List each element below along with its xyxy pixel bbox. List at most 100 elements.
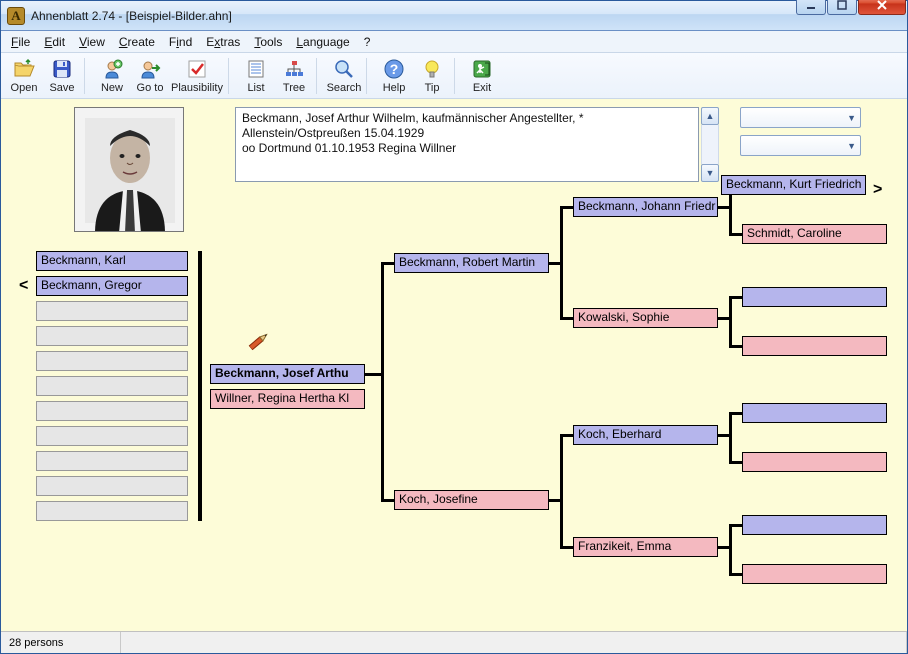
connector (729, 233, 742, 236)
connector (381, 499, 394, 502)
toolbar-separator (316, 58, 322, 94)
menu-find[interactable]: Find (163, 33, 198, 51)
exit-icon (471, 58, 493, 80)
connector (729, 461, 742, 464)
maximize-button[interactable] (827, 0, 857, 15)
goto-button[interactable]: Go to (131, 55, 169, 97)
tree-empty-female[interactable] (742, 564, 887, 584)
connector (560, 317, 573, 320)
scroll-track[interactable] (701, 125, 719, 164)
nav-left-arrow[interactable]: < (19, 277, 28, 295)
sidelist-empty[interactable] (36, 376, 188, 396)
bulb-icon (421, 58, 443, 80)
menu-file[interactable]: File (5, 33, 36, 51)
details-scrollbar: ▲ ▼ (701, 107, 719, 182)
new-person-icon (101, 58, 123, 80)
sidelist-empty[interactable] (36, 301, 188, 321)
close-button[interactable] (858, 0, 906, 15)
connector (729, 412, 742, 415)
tree-grandmother-paternal[interactable]: Kowalski, Sophie (573, 308, 718, 328)
person-details[interactable]: Beckmann, Josef Arthur Wilhelm, kaufmänn… (235, 107, 699, 182)
exit-button[interactable]: Exit (463, 55, 501, 97)
chevron-down-icon: ▼ (847, 113, 856, 123)
app-window: A Ahnenblatt 2.74 - [Beispiel-Bilder.ahn… (0, 0, 908, 654)
filter-combo-2[interactable]: ▼ (740, 135, 861, 156)
toolbar: Open Save New Go to Plausibility (1, 53, 907, 99)
tree-grandmother-maternal[interactable]: Franzikeit, Emma (573, 537, 718, 557)
list-button[interactable]: List (237, 55, 275, 97)
goto-person-icon (139, 58, 161, 80)
scroll-down-button[interactable]: ▼ (701, 164, 719, 182)
menu-tools[interactable]: Tools (248, 33, 288, 51)
connector (381, 262, 394, 265)
tree-mother[interactable]: Koch, Josefine (394, 490, 549, 510)
menu-view[interactable]: View (73, 33, 111, 51)
connector (729, 524, 732, 576)
tree-grandfather-maternal[interactable]: Koch, Eberhard (573, 425, 718, 445)
save-button[interactable]: Save (43, 55, 81, 97)
list-icon (245, 58, 267, 80)
scroll-up-button[interactable]: ▲ (701, 107, 719, 125)
connector (560, 434, 563, 549)
sidelist-empty[interactable] (36, 326, 188, 346)
sidelist-item[interactable]: Beckmann, Karl (36, 251, 188, 271)
connector (729, 524, 742, 527)
menu-language[interactable]: Language (290, 33, 355, 51)
plausibility-button[interactable]: Plausibility (169, 55, 225, 97)
pencil-icon (247, 330, 273, 355)
svg-text:?: ? (390, 61, 399, 77)
sidelist-empty[interactable] (36, 351, 188, 371)
person-portrait[interactable] (74, 107, 184, 232)
connector (729, 296, 742, 299)
toolbar-separator (228, 58, 234, 94)
search-button[interactable]: Search (325, 55, 363, 97)
tree-greatgrandmother[interactable]: Schmidt, Caroline (742, 224, 887, 244)
connector (729, 412, 732, 464)
open-button[interactable]: Open (5, 55, 43, 97)
status-cell (121, 632, 907, 653)
tree-greatgrandfather[interactable]: Beckmann, Kurt Friedrich (721, 175, 866, 195)
connector (560, 206, 563, 320)
check-icon (186, 58, 208, 80)
tree-empty-male[interactable] (742, 515, 887, 535)
tree-empty-male[interactable] (742, 403, 887, 423)
detail-line: oo Dortmund 01.10.1953 Regina Willner (242, 141, 692, 156)
detail-line: Beckmann, Josef Arthur Wilhelm, kaufmänn… (242, 111, 692, 126)
new-button[interactable]: New (93, 55, 131, 97)
toolbar-separator (366, 58, 372, 94)
tree-focus-spouse[interactable]: Willner, Regina Hertha Kl (210, 389, 365, 409)
statusbar: 28 persons (1, 631, 907, 653)
search-icon (333, 58, 355, 80)
tree-focus-person[interactable]: Beckmann, Josef Arthu (210, 364, 365, 384)
help-button[interactable]: ? Help (375, 55, 413, 97)
tree-button[interactable]: Tree (275, 55, 313, 97)
sidelist-empty[interactable] (36, 426, 188, 446)
filter-combo-1[interactable]: ▼ (740, 107, 861, 128)
tree-icon (283, 58, 305, 80)
tip-button[interactable]: Tip (413, 55, 451, 97)
menu-extras[interactable]: Extras (200, 33, 246, 51)
workspace: Beckmann, Josef Arthur Wilhelm, kaufmänn… (1, 99, 907, 631)
menu-edit[interactable]: Edit (38, 33, 71, 51)
sidelist-empty[interactable] (36, 476, 188, 496)
sidelist-empty[interactable] (36, 451, 188, 471)
tree-empty-female[interactable] (742, 336, 887, 356)
menu-create[interactable]: Create (113, 33, 161, 51)
menu-help[interactable]: ? (358, 33, 377, 51)
sidelist-empty[interactable] (36, 401, 188, 421)
nav-right-arrow[interactable]: > (873, 181, 882, 199)
sidelist-item[interactable]: Beckmann, Gregor (36, 276, 188, 296)
tree-empty-female[interactable] (742, 452, 887, 472)
minimize-button[interactable] (796, 0, 826, 15)
connector (560, 546, 573, 549)
connector (729, 345, 742, 348)
folder-open-icon (13, 58, 35, 80)
toolbar-separator (84, 58, 90, 94)
tree-father[interactable]: Beckmann, Robert Martin (394, 253, 549, 273)
tree-empty-male[interactable] (742, 287, 887, 307)
window-buttons (796, 0, 907, 15)
tree-grandfather-paternal[interactable]: Beckmann, Johann Friedr (573, 197, 718, 217)
app-icon: A (7, 7, 25, 25)
sidelist-empty[interactable] (36, 501, 188, 521)
menubar: File Edit View Create Find Extras Tools … (1, 31, 907, 53)
